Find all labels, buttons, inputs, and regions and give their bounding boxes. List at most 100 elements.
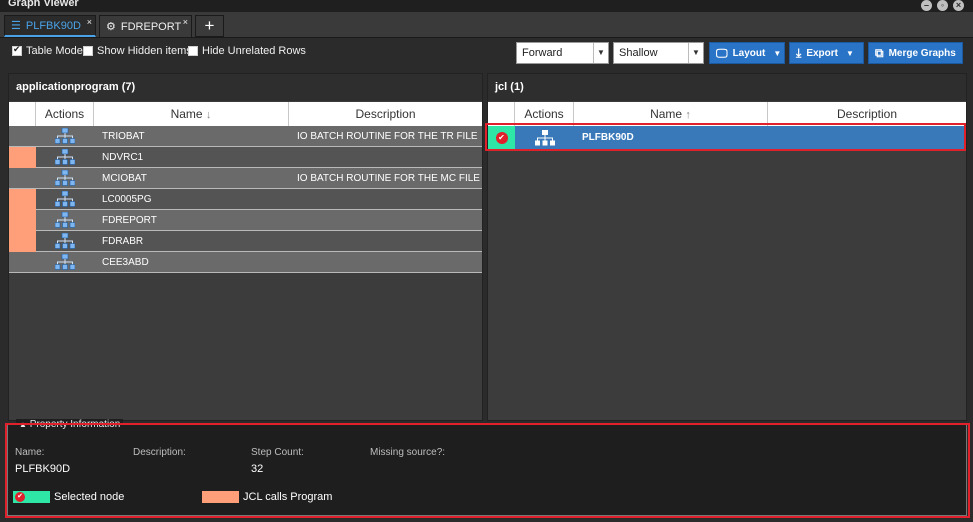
- row-actions[interactable]: [36, 128, 94, 144]
- description-column-header[interactable]: Description: [768, 102, 966, 126]
- direction-select[interactable]: Forward ▼: [516, 42, 609, 64]
- row-name: CEE3ABD: [102, 256, 149, 268]
- tab-close-icon[interactable]: ×: [183, 17, 188, 27]
- table-row[interactable]: ✔ PLFBK90D: [488, 125, 966, 150]
- monitor-icon: 🖵: [716, 45, 728, 60]
- direction-value: Forward: [522, 47, 563, 59]
- property-information: ▲ Property Information Name: Description…: [7, 419, 967, 516]
- name-label: Name:: [15, 447, 45, 458]
- chevron-down-icon: ▼: [773, 48, 782, 58]
- grid-header: Actions Name ↑ Description: [488, 102, 966, 126]
- actions-column-header[interactable]: Actions: [36, 102, 94, 126]
- row-actions[interactable]: [36, 212, 94, 228]
- add-tab-button[interactable]: +: [195, 15, 224, 37]
- selected-node-swatch: ✔: [13, 491, 50, 503]
- name-value: PLFBK90D: [15, 463, 71, 475]
- jcl-calls-program-swatch: [202, 491, 239, 503]
- export-label: Export: [806, 47, 838, 59]
- panel-title: jcl (1): [488, 74, 966, 101]
- hierarchy-icon[interactable]: [55, 128, 75, 144]
- minimize-icon[interactable]: –: [921, 0, 932, 11]
- row-actions[interactable]: [36, 191, 94, 207]
- table-row[interactable]: CEE3ABD: [9, 252, 482, 273]
- hierarchy-icon[interactable]: [55, 170, 75, 186]
- tab-fdreport[interactable]: ⚙ FDREPORT ×: [99, 15, 192, 37]
- description-column-header[interactable]: Description: [289, 102, 482, 126]
- row-marker: [9, 126, 36, 147]
- sort-down-icon: ↓: [205, 109, 212, 121]
- property-title: Property Information: [29, 419, 121, 430]
- show-hidden-label: Show Hidden items: [97, 45, 192, 57]
- panel-title: applicationprogram (7): [9, 74, 482, 101]
- table-row[interactable]: LC0005PG: [9, 188, 482, 210]
- table-row[interactable]: MCIOBAT IO BATCH ROUTINE FOR THE MC FILE: [9, 168, 482, 189]
- name-header-label: Name: [650, 107, 683, 121]
- selected-node-legend: Selected node: [54, 491, 125, 503]
- table-row[interactable]: FDREPORT: [9, 209, 482, 231]
- step-count-value: 32: [251, 463, 264, 475]
- row-description: IO BATCH ROUTINE FOR THE MC FILE: [297, 172, 480, 184]
- collapse-triangle-icon[interactable]: ▲: [19, 420, 27, 429]
- window-title: Graph Viewer: [8, 0, 79, 9]
- application-program-panel: applicationprogram (7) Actions Name ↓ De…: [8, 73, 483, 421]
- checkbox-checked-icon[interactable]: [12, 44, 22, 56]
- hierarchy-icon[interactable]: [55, 149, 75, 165]
- tab-label: FDREPORT: [120, 20, 182, 33]
- hierarchy-icon[interactable]: [55, 233, 75, 249]
- export-button[interactable]: ⤓ Export ▼: [789, 42, 864, 64]
- jcl-calls-program-legend: JCL calls Program: [243, 491, 333, 503]
- tab-close-icon[interactable]: ×: [87, 17, 92, 27]
- name-column-header[interactable]: Name ↑: [574, 102, 768, 126]
- table-row[interactable]: TRIOBAT IO BATCH ROUTINE FOR THE TR FILE: [9, 126, 482, 147]
- hierarchy-icon[interactable]: [534, 129, 555, 146]
- tab-plfbk90d[interactable]: ☰ PLFBK90D ×: [4, 15, 96, 37]
- depth-select[interactable]: Shallow ▼: [613, 42, 704, 64]
- row-actions[interactable]: [36, 149, 94, 165]
- table-row[interactable]: FDRABR: [9, 230, 482, 252]
- close-icon[interactable]: ×: [953, 0, 964, 11]
- chevron-down-icon[interactable]: ▼: [593, 43, 608, 63]
- chevron-down-icon[interactable]: ▼: [688, 43, 703, 63]
- row-actions[interactable]: [36, 254, 94, 270]
- depth-value: Shallow: [619, 47, 658, 59]
- tab-strip: ☰ PLFBK90D × ⚙ FDREPORT × +: [0, 12, 973, 38]
- property-legend[interactable]: ▲ Property Information: [16, 419, 124, 430]
- checkbox-icon[interactable]: [188, 46, 198, 56]
- hide-unrelated-checkbox[interactable]: Hide Unrelated Rows: [188, 45, 306, 57]
- row-name: FDREPORT: [102, 214, 157, 226]
- step-count-label: Step Count:: [251, 447, 304, 458]
- hierarchy-icon[interactable]: [55, 212, 75, 228]
- list-icon: ☰: [11, 20, 21, 32]
- restore-icon[interactable]: ◦: [937, 0, 948, 11]
- check-circle-icon: ✔: [495, 131, 508, 144]
- hierarchy-icon[interactable]: [55, 254, 75, 270]
- row-actions[interactable]: [36, 170, 94, 186]
- show-hidden-checkbox[interactable]: Show Hidden items: [83, 45, 192, 57]
- checkbox-icon[interactable]: [83, 46, 93, 56]
- row-name: FDRABR: [102, 235, 144, 247]
- gear-icon: ⚙: [106, 21, 116, 33]
- hide-unrelated-label: Hide Unrelated Rows: [202, 45, 306, 57]
- selected-marker: ✔: [488, 125, 515, 150]
- row-marker: [9, 146, 36, 168]
- merge-graphs-button[interactable]: ⧉ Merge Graphs: [868, 42, 963, 64]
- row-actions[interactable]: [36, 233, 94, 249]
- download-icon: ⤓: [796, 45, 802, 60]
- row-name: PLFBK90D: [582, 132, 634, 143]
- description-label: Description:: [133, 447, 186, 458]
- row-name: LC0005PG: [102, 193, 152, 205]
- hierarchy-icon[interactable]: [55, 191, 75, 207]
- sort-up-icon: ↑: [685, 109, 691, 121]
- table-row[interactable]: NDVRC1: [9, 146, 482, 168]
- layout-button[interactable]: 🖵 Layout ▼: [709, 42, 785, 64]
- row-actions[interactable]: [515, 129, 574, 146]
- name-header-label: Name: [170, 107, 203, 121]
- row-name: TRIOBAT: [102, 130, 145, 142]
- actions-column-header[interactable]: Actions: [515, 102, 574, 126]
- row-marker: [9, 168, 36, 189]
- table-mode-checkbox[interactable]: Table Mode: [12, 44, 83, 57]
- row-description: IO BATCH ROUTINE FOR THE TR FILE: [297, 130, 478, 142]
- name-column-header[interactable]: Name ↓: [94, 102, 289, 126]
- jcl-panel: jcl (1) Actions Name ↑ Description ✔ PLF…: [487, 73, 967, 421]
- layout-label: Layout: [732, 47, 766, 59]
